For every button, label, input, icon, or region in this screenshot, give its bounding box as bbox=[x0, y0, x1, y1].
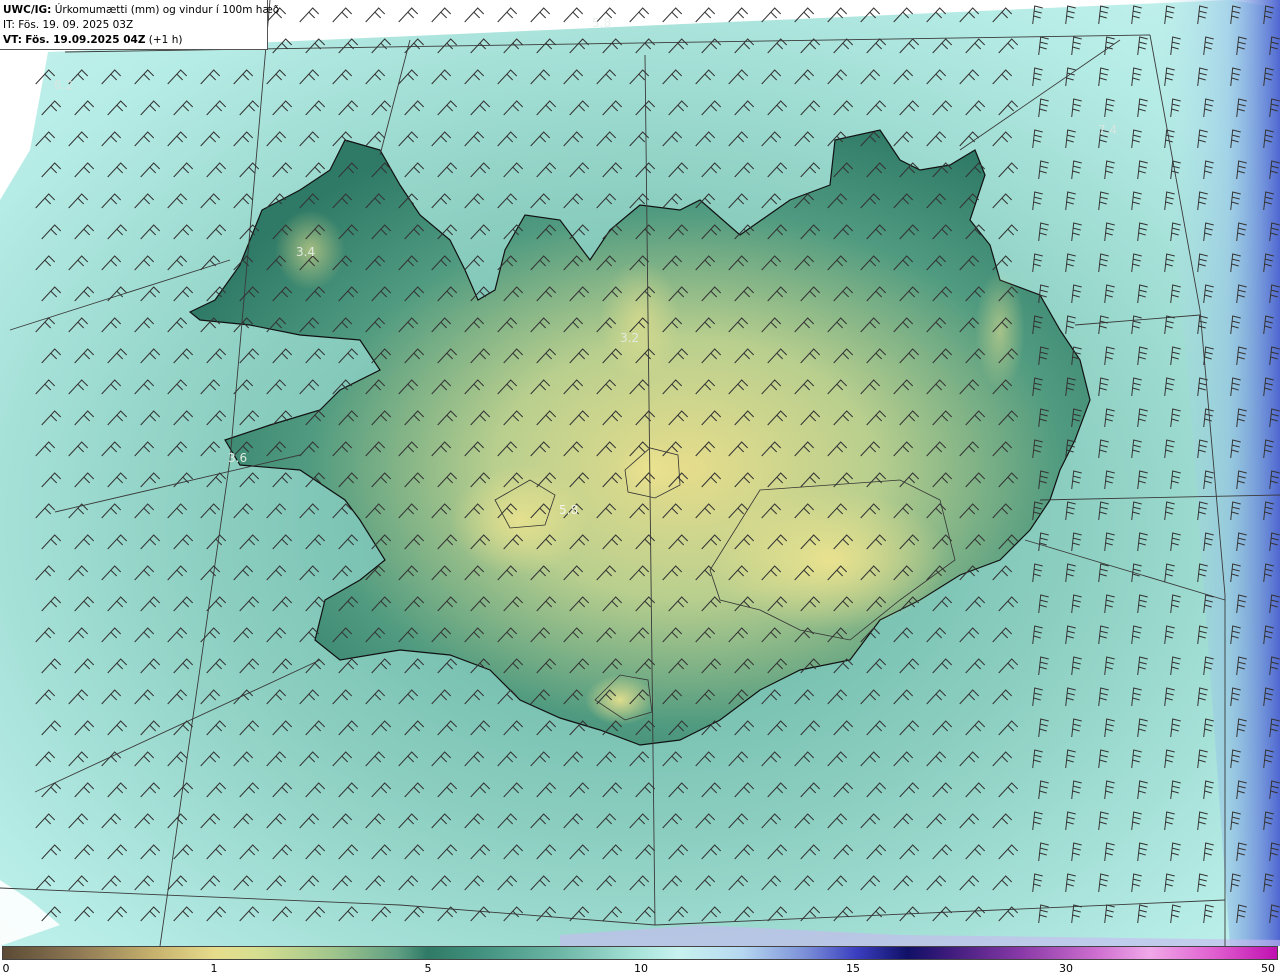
wind-barb bbox=[530, 7, 551, 23]
wind-barb bbox=[695, 7, 716, 23]
wind-barb bbox=[728, 7, 749, 23]
field-label: 5.8 bbox=[559, 503, 578, 517]
colorbar-tick: 1 bbox=[210, 962, 218, 975]
lead-time: (+1 h) bbox=[148, 34, 183, 46]
field-label: 5.8 bbox=[592, 16, 611, 30]
colorbar-tick: 0 bbox=[2, 962, 10, 975]
colorbar-tick: 10 bbox=[634, 962, 648, 975]
colorbar-strip bbox=[2, 946, 1278, 960]
valid-time: Fös. 19.09.2025 04Z bbox=[25, 34, 146, 46]
wind-barb bbox=[431, 7, 452, 23]
wind-barb bbox=[662, 7, 683, 23]
wind-barb bbox=[365, 7, 386, 23]
valid-time-line: VT: Fös. 19.09.2025 04Z (+1 h) bbox=[3, 33, 267, 48]
wind-barb bbox=[332, 7, 353, 23]
wind-barb bbox=[563, 7, 584, 23]
colorbar: 0 1 5 10 15 30 50 bbox=[0, 946, 1280, 978]
field-label: 7.4 bbox=[1098, 123, 1117, 137]
field-label: 6.2 bbox=[54, 78, 73, 92]
field-label: 3.4 bbox=[296, 245, 315, 259]
wind-barb bbox=[398, 7, 419, 23]
initial-time: IT: Fös. 19. 09. 2025 03Z bbox=[3, 19, 134, 31]
colorbar-tick: 30 bbox=[1059, 962, 1073, 975]
map-title: Úrkomumætti (mm) og vindur í 100m hæð bbox=[54, 4, 280, 16]
title-line: UWC/IG: Úrkomumætti (mm) og vindur í 100… bbox=[3, 3, 279, 18]
weather-map: 5.8 6.2 7.4 3.4 3.2 3.6 5.8 bbox=[0, 0, 1280, 946]
wind-barb bbox=[299, 7, 320, 23]
field-label: 3.6 bbox=[228, 451, 247, 465]
colorbar-tick: 15 bbox=[846, 962, 860, 975]
field-label: 3.2 bbox=[620, 331, 639, 345]
wind-barb bbox=[497, 7, 518, 23]
map-info-box: UWC/IG: Úrkomumætti (mm) og vindur í 100… bbox=[0, 0, 279, 50]
colorbar-tick: 5 bbox=[424, 962, 432, 975]
wind-barb bbox=[464, 7, 485, 23]
colorbar-tick: 50 bbox=[1261, 962, 1275, 975]
model-code: UWC/IG: bbox=[3, 4, 52, 16]
valid-prefix: VT: bbox=[3, 34, 22, 46]
wind-barb bbox=[629, 7, 650, 23]
